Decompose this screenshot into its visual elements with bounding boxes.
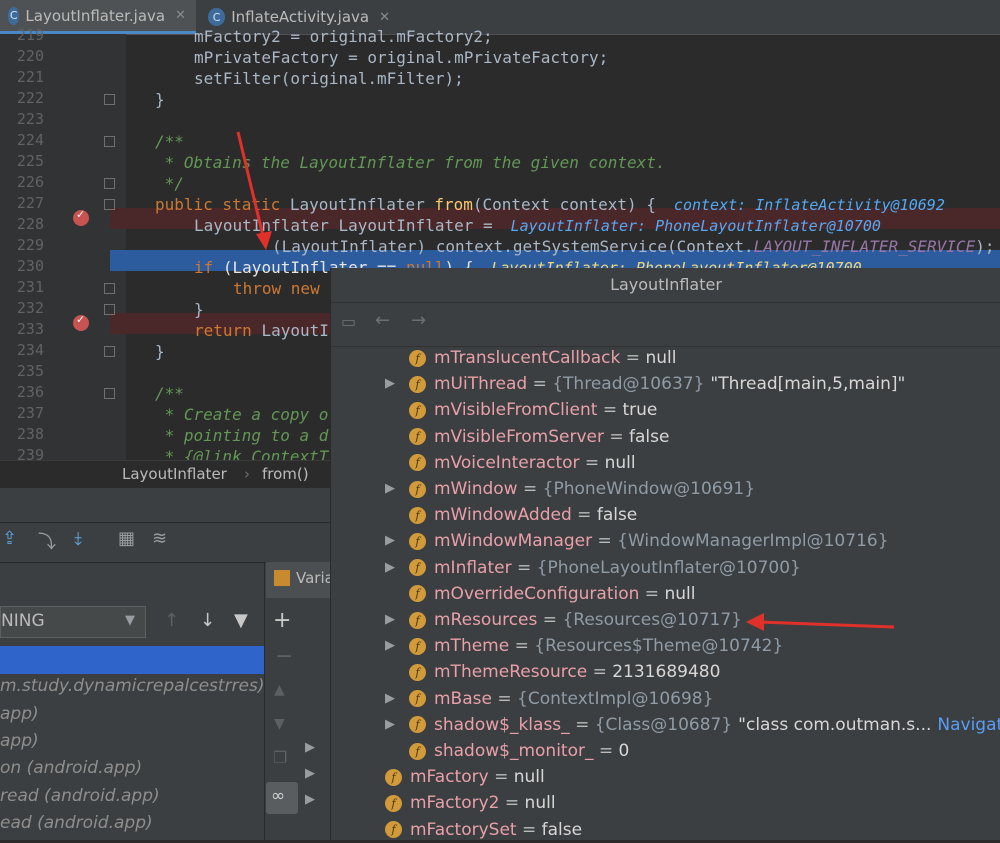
annotation-overlay	[236, 131, 895, 631]
annotation-arrowhead	[746, 613, 764, 631]
annotation-arrow	[236, 131, 266, 241]
annotation-arrowhead	[256, 231, 272, 250]
annotation-arrow	[759, 620, 895, 629]
